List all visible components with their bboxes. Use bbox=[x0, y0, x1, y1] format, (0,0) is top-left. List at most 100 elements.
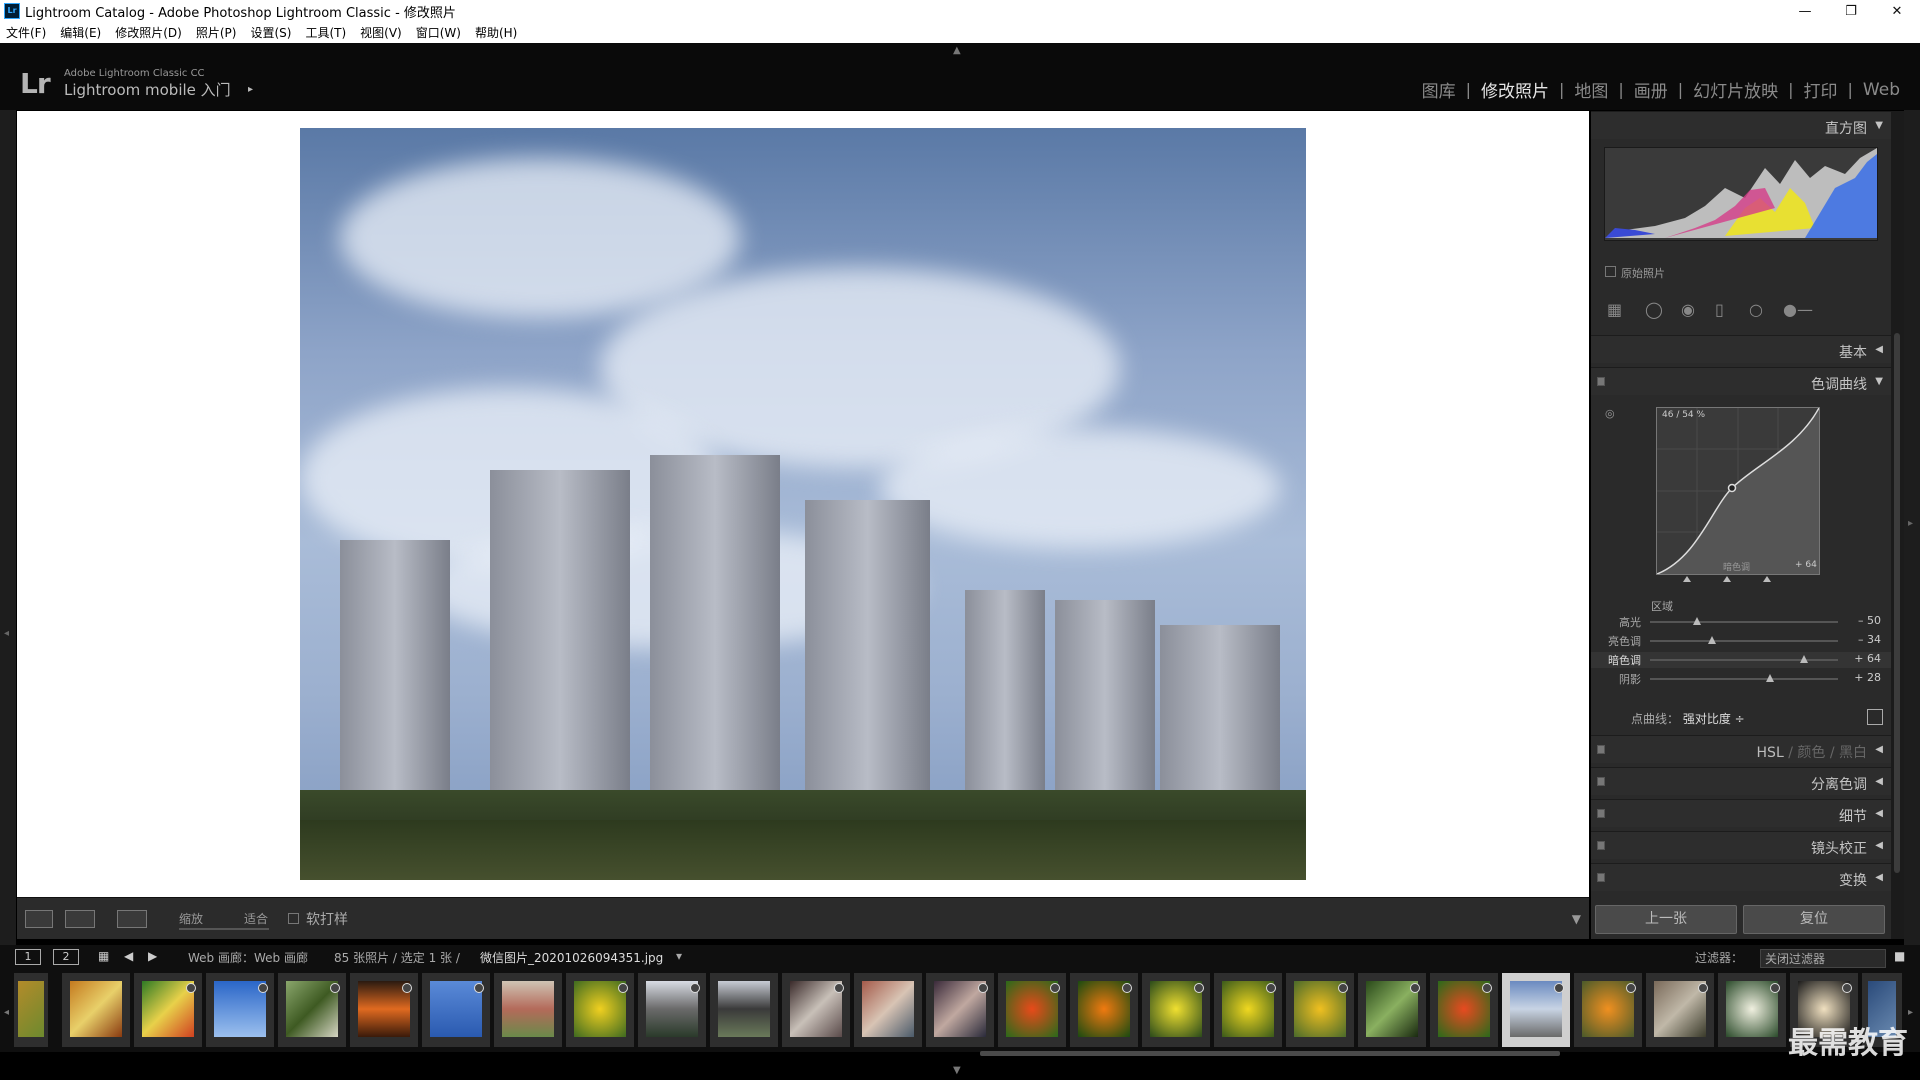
yy-compare-icon[interactable] bbox=[117, 910, 147, 928]
point-curve-edit-icon[interactable] bbox=[1867, 709, 1883, 725]
before-after-icon[interactable] bbox=[65, 910, 95, 928]
menu-window[interactable]: 窗口(W) bbox=[416, 24, 461, 41]
main-window-button[interactable]: 1 bbox=[15, 949, 41, 965]
film-thumb[interactable] bbox=[350, 973, 418, 1047]
triangle-down-icon[interactable]: ▼ bbox=[1875, 376, 1883, 387]
original-photo-checkbox[interactable] bbox=[1605, 266, 1616, 277]
spot-removal-icon[interactable]: ◯ bbox=[1645, 300, 1663, 319]
film-thumb[interactable] bbox=[926, 973, 994, 1047]
zoom-slider[interactable] bbox=[179, 928, 269, 930]
photo-preview[interactable] bbox=[300, 128, 1306, 880]
triangle-left-icon[interactable]: ◀ bbox=[1875, 776, 1883, 787]
film-thumb[interactable] bbox=[1646, 973, 1714, 1047]
module-slideshow[interactable]: 幻灯片放映 bbox=[1683, 77, 1788, 102]
menu-settings[interactable]: 设置(S) bbox=[250, 24, 291, 41]
crop-overlay-icon[interactable]: ▦ bbox=[1607, 300, 1622, 319]
filmstrip-right-icon[interactable]: ▸ bbox=[1908, 1007, 1913, 1018]
source-label[interactable]: Web 画廊：Web 画廊 bbox=[188, 949, 308, 966]
filename-dropdown-icon[interactable]: ▾ bbox=[676, 949, 682, 963]
menu-photo[interactable]: 照片(P) bbox=[196, 24, 237, 41]
highlights-knob[interactable] bbox=[1693, 617, 1701, 625]
tab-hsl[interactable]: HSL bbox=[1757, 745, 1784, 761]
lights-knob[interactable] bbox=[1708, 636, 1717, 644]
reset-button[interactable]: 复位 bbox=[1743, 905, 1885, 934]
shadows-knob[interactable] bbox=[1766, 674, 1775, 682]
film-thumb[interactable] bbox=[998, 973, 1066, 1047]
triangle-left-icon[interactable]: ◀ bbox=[1875, 840, 1883, 851]
film-thumb-selected[interactable] bbox=[1502, 973, 1570, 1047]
top-panel-collapse-icon[interactable]: ▲ bbox=[953, 45, 961, 56]
shadows-value[interactable]: + 28 bbox=[1854, 671, 1881, 684]
right-panel-scrollbar[interactable] bbox=[1891, 111, 1904, 939]
detail-header[interactable]: 细节 ◀ bbox=[1591, 799, 1891, 827]
identity-plate-mobile[interactable]: Lightroom mobile 入门 bbox=[64, 79, 231, 100]
triangle-left-icon[interactable]: ◀ bbox=[1875, 744, 1883, 755]
adjustment-brush-icon[interactable]: ●— bbox=[1783, 300, 1813, 319]
film-thumb[interactable] bbox=[206, 973, 274, 1047]
filmstrip-left-icon[interactable]: ◂ bbox=[4, 1007, 9, 1018]
point-curve-value[interactable]: 强对比度 ÷ bbox=[1683, 712, 1745, 726]
darks-slider[interactable]: 暗色调 + 64 bbox=[1591, 652, 1891, 668]
film-thumb[interactable] bbox=[1142, 973, 1210, 1047]
tab-bw[interactable]: 黑白 bbox=[1839, 745, 1867, 761]
bottom-panel-collapse-icon[interactable]: ▼ bbox=[953, 1065, 961, 1076]
menu-file[interactable]: 文件(F) bbox=[6, 24, 46, 41]
panel-switch-icon[interactable] bbox=[1597, 745, 1605, 754]
panel-switch-icon[interactable] bbox=[1597, 809, 1605, 818]
transform-header[interactable]: 变换 ◀ bbox=[1591, 863, 1891, 891]
target-adjust-icon[interactable]: ◎ bbox=[1605, 407, 1615, 420]
split-toning-header[interactable]: 分离色调 ◀ bbox=[1591, 767, 1891, 795]
lock-icon[interactable]: ■ bbox=[1894, 949, 1905, 963]
film-thumb[interactable] bbox=[566, 973, 634, 1047]
radial-filter-icon[interactable]: ○ bbox=[1749, 300, 1763, 319]
panel-switch-icon[interactable] bbox=[1597, 841, 1605, 850]
module-library[interactable]: 图库 bbox=[1412, 77, 1466, 102]
basic-header[interactable]: 基本 ◀ bbox=[1591, 335, 1891, 363]
film-thumb[interactable] bbox=[14, 973, 48, 1047]
film-thumb[interactable] bbox=[134, 973, 202, 1047]
red-eye-icon[interactable]: ◉ bbox=[1681, 300, 1695, 319]
film-thumb[interactable] bbox=[638, 973, 706, 1047]
filename-label[interactable]: 微信图片_20201026094351.jpg bbox=[480, 949, 663, 966]
film-thumb[interactable] bbox=[1718, 973, 1786, 1047]
film-thumb[interactable] bbox=[494, 973, 562, 1047]
film-thumb[interactable] bbox=[422, 973, 490, 1047]
tone-curve-header[interactable]: 色调曲线 ▼ bbox=[1591, 367, 1891, 395]
menu-edit[interactable]: 编辑(E) bbox=[60, 24, 101, 41]
filmstrip-scrollbar[interactable] bbox=[980, 1051, 1560, 1056]
film-thumb[interactable] bbox=[1070, 973, 1138, 1047]
film-thumb[interactable] bbox=[710, 973, 778, 1047]
histogram[interactable] bbox=[1604, 147, 1878, 241]
tab-color[interactable]: 颜色 bbox=[1797, 745, 1825, 761]
panel-switch-icon[interactable] bbox=[1597, 777, 1605, 786]
left-panel-arrow-icon[interactable]: ◂ bbox=[4, 628, 9, 639]
film-thumb[interactable] bbox=[1430, 973, 1498, 1047]
module-map[interactable]: 地图 bbox=[1564, 77, 1618, 102]
second-window-button[interactable]: 2 bbox=[53, 949, 79, 965]
graduated-filter-icon[interactable]: ▯ bbox=[1715, 300, 1724, 319]
right-panel-edge[interactable]: ▸ bbox=[1904, 110, 1920, 972]
hsl-header[interactable]: HSL / 颜色 / 黑白 ◀ bbox=[1591, 735, 1891, 763]
triangle-down-icon[interactable]: ▼ bbox=[1875, 120, 1883, 131]
menu-tools[interactable]: 工具(T) bbox=[305, 24, 346, 41]
highlights-slider[interactable]: 高光 – 50 bbox=[1591, 614, 1891, 630]
film-thumb[interactable] bbox=[278, 973, 346, 1047]
right-panel-arrow-icon[interactable]: ▸ bbox=[1908, 518, 1913, 529]
film-thumb[interactable] bbox=[1574, 973, 1642, 1047]
loupe-view-icon[interactable] bbox=[25, 910, 53, 928]
lights-value[interactable]: – 34 bbox=[1858, 633, 1881, 646]
triangle-left-icon[interactable]: ◀ bbox=[1875, 808, 1883, 819]
film-thumb[interactable] bbox=[1358, 973, 1426, 1047]
close-button[interactable]: ✕ bbox=[1874, 0, 1920, 22]
back-arrow-icon[interactable]: ◀ bbox=[124, 949, 133, 963]
histogram-header[interactable]: 直方图 ▼ bbox=[1591, 111, 1891, 139]
darks-value[interactable]: + 64 bbox=[1854, 652, 1881, 665]
curve-split-sliders[interactable] bbox=[1656, 576, 1820, 582]
left-panel-edge[interactable]: ◂ bbox=[0, 110, 16, 972]
film-thumb[interactable] bbox=[62, 973, 130, 1047]
menu-develop[interactable]: 修改照片(D) bbox=[115, 24, 182, 41]
module-book[interactable]: 画册 bbox=[1624, 77, 1678, 102]
module-develop[interactable]: 修改照片 bbox=[1471, 77, 1559, 102]
film-thumb[interactable] bbox=[1214, 973, 1282, 1047]
filter-select[interactable]: 关闭过滤器 bbox=[1760, 949, 1886, 968]
